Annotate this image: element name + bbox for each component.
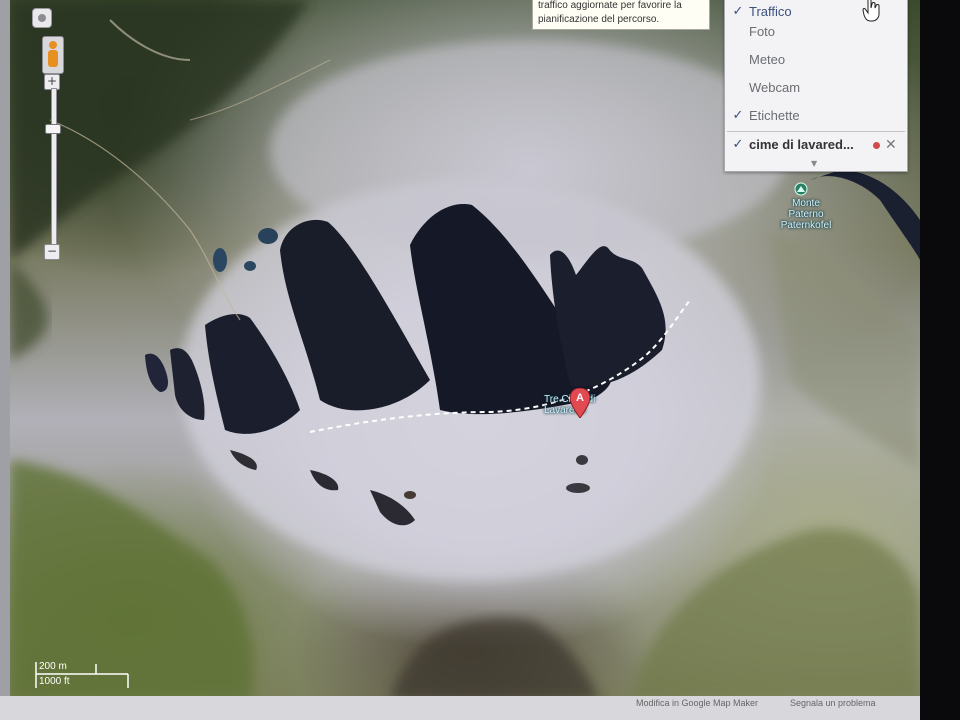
checkmark-icon: ✓: [732, 108, 744, 123]
scale-metric-label: 200 m: [39, 661, 67, 672]
monitor-bezel-left: [0, 0, 10, 720]
map-maker-link[interactable]: Modifica in Google Map Maker: [636, 698, 758, 708]
map-scale-bar: 200 m 1000 ft: [34, 660, 134, 690]
marker-label: A: [576, 392, 584, 404]
zoom-slider-track[interactable]: [51, 88, 57, 250]
layer-label: Meteo: [749, 52, 786, 67]
scale-imperial-label: 1000 ft: [39, 676, 70, 687]
place-label-monte-paterno[interactable]: Monte Paterno Paternkofel: [776, 198, 836, 231]
screen: + − Tre Cime di Lavaredo Monte Paterno P…: [0, 0, 960, 720]
checkmark-icon: ✓: [732, 137, 744, 152]
layer-item-webcam[interactable]: Webcam: [725, 75, 905, 101]
zoom-slider-thumb[interactable]: [45, 124, 61, 134]
peak-icon: [794, 182, 808, 196]
street-view-pegman-icon[interactable]: [42, 36, 64, 74]
layer-item-etichette[interactable]: ✓ Etichette: [725, 103, 905, 129]
close-icon[interactable]: ✕: [885, 132, 897, 158]
location-marker-icon[interactable]: A: [570, 388, 590, 418]
monitor-bezel-right: [920, 0, 960, 720]
zoom-out-button[interactable]: −: [44, 244, 60, 260]
map-color-dot-icon: [873, 142, 880, 149]
chevron-down-icon: ▼: [811, 159, 818, 168]
tooltip-line-2: pianificazione del percorso.: [538, 14, 660, 25]
hand-cursor-icon: [862, 0, 880, 22]
map-footer: Modifica in Google Map Maker Segnala un …: [0, 696, 960, 720]
layer-item-foto[interactable]: Foto: [725, 19, 905, 45]
layer-label: Foto: [749, 24, 776, 39]
traffic-tooltip: traffico aggiornate per favorire la pian…: [532, 0, 710, 30]
layer-item-custom-map[interactable]: ✓ cime di lavared... ✕: [725, 132, 905, 158]
tooltip-line-1: traffico aggiornate per favorire la: [538, 0, 682, 11]
layer-label: Webcam: [749, 80, 801, 95]
layer-label: Etichette: [749, 108, 800, 123]
layer-label: cime di lavared...: [749, 137, 854, 152]
layer-item-meteo[interactable]: Meteo: [725, 47, 905, 73]
pan-control-icon[interactable]: [32, 8, 52, 28]
layers-dropdown-menu: ✓ Traffico Foto Meteo Webcam ✓ Etichette…: [724, 0, 908, 172]
report-problem-link[interactable]: Segnala un problema: [790, 698, 876, 708]
